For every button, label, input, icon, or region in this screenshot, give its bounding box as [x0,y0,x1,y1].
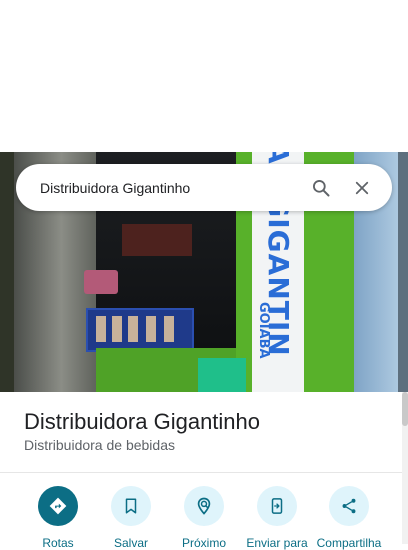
action-bar: Rotas Salvar Próximo Enviar para Compart… [0,486,408,550]
save-label: Salvar [113,536,148,550]
close-icon[interactable] [351,177,373,199]
search-input[interactable]: Distribuidora Gigantinho [40,180,310,196]
photo-pole [398,152,408,392]
save-button[interactable]: Salvar [91,486,171,550]
share-icon [329,486,369,526]
nearby-icon [184,486,224,526]
scrollbar-thumb[interactable] [402,392,408,426]
send-to-phone-icon [257,486,297,526]
photo-sign [198,358,246,392]
share-label: Compartilha [316,536,382,550]
send-to-phone-button[interactable]: Enviar para [237,486,317,550]
place-category: Distribuidora de bebidas [24,437,175,453]
send-to-phone-label: Enviar para [246,536,308,550]
nearby-label: Próximo [181,536,226,550]
directions-label: Rotas [42,536,74,550]
search-bar[interactable]: Distribuidora Gigantinho [16,164,392,211]
photo-shelf-items [122,224,192,256]
directions-button[interactable]: Rotas [18,486,98,550]
photo-display-shelf [86,308,194,352]
share-button[interactable]: Compartilha [309,486,389,550]
directions-icon [38,486,78,526]
bookmark-icon [111,486,151,526]
divider [0,472,408,473]
search-icon[interactable] [310,177,332,199]
photo-banner-subtext: GOIABA [256,302,271,359]
place-name: Distribuidora Gigantinho [24,409,261,434]
photo-basket [84,270,118,294]
nearby-button[interactable]: Próximo [164,486,244,550]
